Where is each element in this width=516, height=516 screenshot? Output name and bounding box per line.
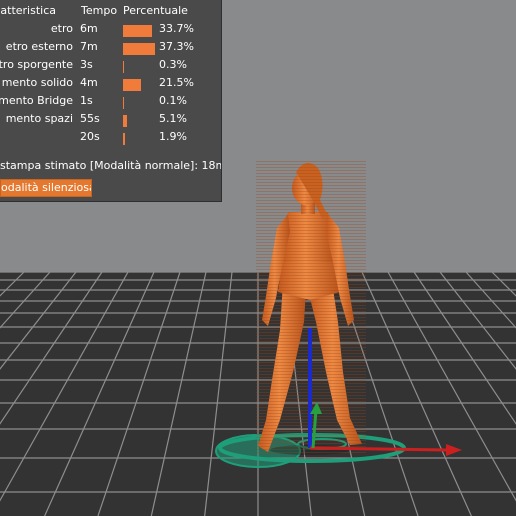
feature-percent-bar	[123, 25, 152, 37]
feature-percent-bar	[123, 97, 124, 109]
feature-percent: 37.3%	[159, 40, 194, 53]
feature-percent: 33.7%	[159, 22, 194, 35]
feature-name: mento spazi	[5, 112, 73, 125]
feature-percent-bar	[123, 115, 128, 127]
feature-time: 4m	[80, 76, 98, 89]
feature-percent: 1.9%	[159, 130, 187, 143]
feature-time: 20s	[80, 130, 100, 143]
feature-row: etro 6m 33.7%	[0, 22, 221, 40]
feature-time: 7m	[80, 40, 98, 53]
feature-name: etro sporgente	[0, 58, 73, 71]
feature-percent-bar	[123, 61, 124, 73]
feature-name: mento Bridge	[0, 94, 73, 107]
feature-row: mento Bridge 1s 0.1%	[0, 94, 221, 112]
feature-percent: 5.1%	[159, 112, 187, 125]
feature-time: 1s	[80, 94, 93, 107]
feature-name: etro	[50, 22, 73, 35]
feature-name: etro esterno	[5, 40, 73, 53]
feature-percent: 21.5%	[159, 76, 194, 89]
feature-row: mento spazi 55s 5.1%	[0, 112, 221, 130]
feature-time: 55s	[80, 112, 100, 125]
feature-row: etro esterno 7m 37.3%	[0, 40, 221, 58]
feature-row: etro sporgente 3s 0.3%	[0, 58, 221, 76]
time-header: Tempo	[81, 4, 118, 17]
feature-time: 6m	[80, 22, 98, 35]
feature-percent-bar	[123, 79, 142, 91]
percent-header: Percentuale	[123, 4, 188, 17]
feature-percent-bar	[123, 43, 155, 55]
feature-percent: 0.1%	[159, 94, 187, 107]
feature-type-header: atteristica	[0, 4, 56, 17]
silent-mode-button[interactable]: odalità silenziosa	[0, 179, 92, 197]
feature-row: 20s 1.9%	[0, 130, 221, 148]
print-time-estimate: stampa stimato [Modalità normale]: 18m	[0, 159, 222, 172]
feature-time: 3s	[80, 58, 93, 71]
feature-row: mento solido 4m 21.5%	[0, 76, 221, 94]
sliced-info-panel: atteristica Tempo Percentuale etro 6m 33.7…	[0, 0, 222, 202]
feature-percent: 0.3%	[159, 58, 187, 71]
feature-percent-bar	[123, 133, 125, 145]
feature-name: mento solido	[1, 76, 73, 89]
